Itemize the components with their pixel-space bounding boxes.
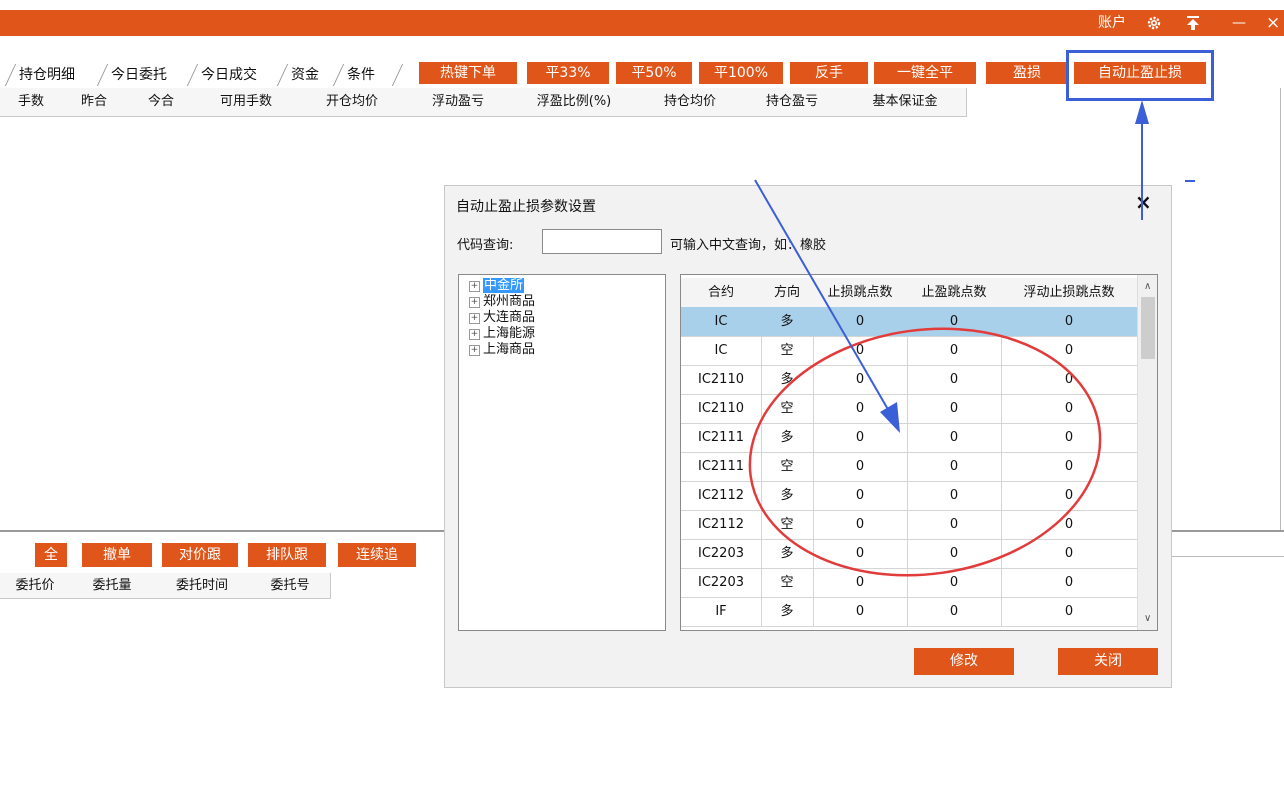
- annotation-layer: [748, 100, 1149, 577]
- red-circle-annotation: [748, 327, 1102, 577]
- arrow-line-to-grid: [754, 179, 894, 419]
- arrowhead-button: [1135, 100, 1149, 124]
- arrowhead-grid: [880, 402, 900, 433]
